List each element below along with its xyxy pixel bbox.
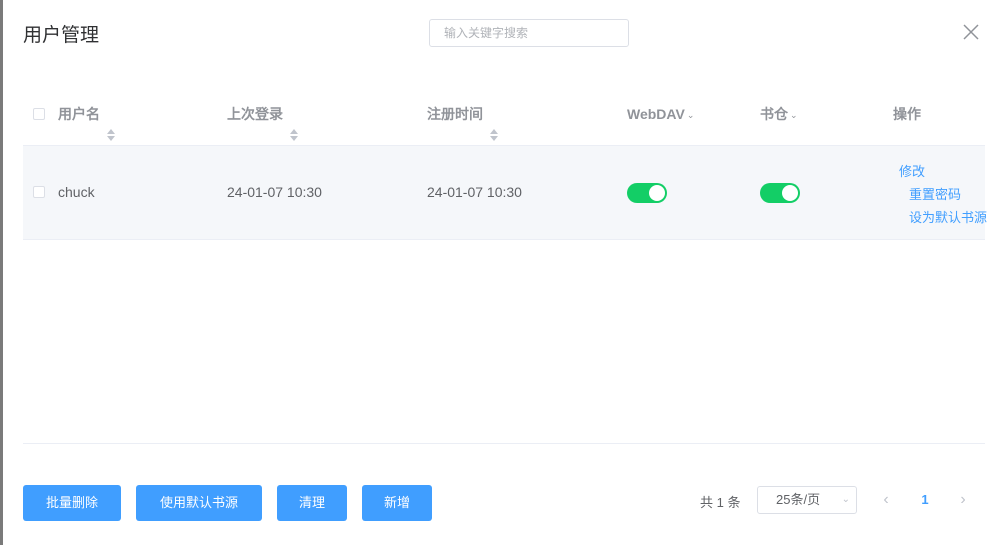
row-checkbox[interactable] <box>33 186 45 198</box>
reset-password-link[interactable]: 重置密码 <box>909 184 961 203</box>
webdav-toggle[interactable] <box>627 183 667 203</box>
cell-username: chuck <box>58 184 95 200</box>
chevron-down-icon: ⌄ <box>841 494 850 505</box>
table-header: 用户名 上次登录 注册时间 WebDAV ⌄ 书仓 ⌄ 操作 <box>23 84 985 146</box>
column-label: 书仓 <box>760 106 788 122</box>
next-page-icon[interactable]: › <box>951 486 975 514</box>
column-label: 操作 <box>893 106 921 122</box>
sort-icon[interactable] <box>489 107 499 142</box>
pagination-total: 共 1 条 <box>700 495 741 510</box>
add-button[interactable]: 新增 <box>362 485 432 521</box>
column-header-username[interactable]: 用户名 <box>58 84 116 145</box>
chevron-down-icon[interactable]: ⌄ <box>790 85 798 146</box>
column-header-bookstore[interactable]: 书仓 ⌄ <box>760 84 798 145</box>
bookstore-toggle[interactable] <box>760 183 800 203</box>
sort-icon[interactable] <box>106 107 116 142</box>
table-row: chuck 24-01-07 10:30 24-01-07 10:30 修改 重… <box>23 146 987 240</box>
page-number-current[interactable]: 1 <box>913 486 937 514</box>
page-size-value: 25条/页 <box>776 492 821 507</box>
footer-divider <box>23 443 985 444</box>
toggle-knob <box>782 185 798 201</box>
search-input[interactable] <box>429 19 629 47</box>
batch-delete-button[interactable]: 批量删除 <box>23 485 121 521</box>
use-default-source-button[interactable]: 使用默认书源 <box>136 485 262 521</box>
column-header-webdav[interactable]: WebDAV ⌄ <box>627 84 694 145</box>
column-header-actions: 操作 <box>893 84 921 145</box>
cell-registered: 24-01-07 10:30 <box>427 184 522 200</box>
column-label: 注册时间 <box>427 106 483 122</box>
toggle-knob <box>649 185 665 201</box>
user-table: 用户名 上次登录 注册时间 WebDAV ⌄ 书仓 ⌄ 操作 chuck 24-… <box>23 84 987 240</box>
user-management-dialog: 用户管理 用户名 上次登录 注册时间 <box>3 0 998 545</box>
column-label: WebDAV <box>627 106 685 122</box>
column-header-last-login[interactable]: 上次登录 <box>227 84 299 145</box>
clean-button[interactable]: 清理 <box>277 485 347 521</box>
set-default-source-link[interactable]: 设为默认书源 <box>909 207 987 226</box>
column-label: 用户名 <box>58 106 100 122</box>
column-header-registered[interactable]: 注册时间 <box>427 84 499 145</box>
sort-icon[interactable] <box>289 107 299 142</box>
prev-page-icon[interactable]: ‹ <box>874 486 898 514</box>
column-label: 上次登录 <box>227 106 283 122</box>
cell-last-login: 24-01-07 10:30 <box>227 184 322 200</box>
chevron-down-icon[interactable]: ⌄ <box>687 85 695 146</box>
edit-link[interactable]: 修改 <box>899 161 925 180</box>
page-size-select[interactable]: 25条/页 ⌄ <box>757 486 857 514</box>
select-all-checkbox[interactable] <box>33 108 45 120</box>
close-icon[interactable] <box>959 20 983 44</box>
dialog-title: 用户管理 <box>23 25 100 46</box>
